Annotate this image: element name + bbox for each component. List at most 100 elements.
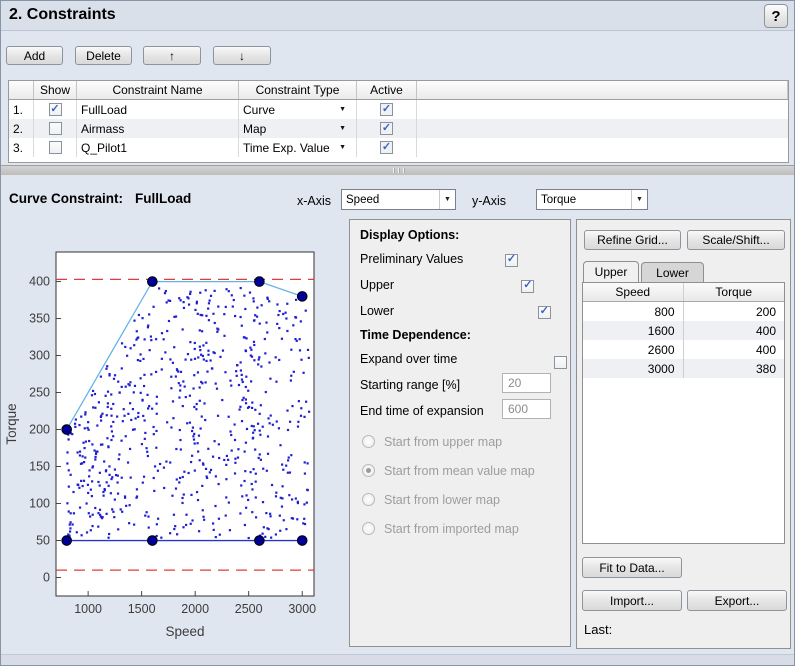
svg-text:150: 150	[29, 460, 50, 474]
display-options-panel: Display Options: Preliminary Values ✓ Up…	[349, 219, 571, 647]
chevron-down-icon: ▼	[339, 144, 346, 151]
start-imported-map-radio[interactable]	[362, 522, 375, 535]
section-title: Curve Constraint:FullLoad	[9, 191, 191, 206]
svg-text:3000: 3000	[288, 602, 316, 616]
svg-text:2500: 2500	[235, 602, 263, 616]
col-torque: Torque	[684, 283, 785, 301]
svg-text:200: 200	[29, 423, 50, 437]
row-index: 2.	[9, 119, 34, 138]
upper-checkbox[interactable]: ✓	[521, 280, 534, 293]
x-axis-label: x-Axis	[297, 194, 331, 208]
table-row[interactable]: 3. Q_Pilot1 Time Exp. Value ▼ ✓	[9, 138, 788, 157]
col-active: Active	[357, 81, 417, 99]
tab-lower[interactable]: Lower	[641, 262, 704, 282]
start-imported-map-label: Start from imported map	[384, 522, 519, 536]
import-button[interactable]: Import...	[582, 590, 682, 611]
preliminary-values-label: Preliminary Values	[360, 252, 463, 266]
refine-grid-button[interactable]: Refine Grid...	[584, 230, 681, 250]
active-checkbox[interactable]: ✓	[380, 122, 393, 135]
y-axis-label: y-Axis	[472, 194, 506, 208]
lower-checkbox[interactable]: ✓	[538, 306, 551, 319]
start-upper-map-radio[interactable]	[362, 435, 375, 448]
svg-text:0: 0	[43, 571, 50, 585]
tab-upper[interactable]: Upper	[583, 261, 639, 282]
torque-cell[interactable]: 400	[684, 321, 785, 340]
end-time-field[interactable]: 600	[502, 399, 551, 419]
horizontal-splitter[interactable]	[1, 165, 795, 176]
constraints-window: 2. Constraints ? Add Delete ↑ ↓ Show Con…	[0, 0, 795, 666]
torque-cell[interactable]: 200	[684, 302, 785, 321]
splitter-grip	[398, 168, 400, 173]
torque-cell[interactable]: 400	[684, 340, 785, 359]
svg-text:Speed: Speed	[165, 624, 204, 639]
add-button[interactable]: Add	[6, 46, 63, 65]
start-lower-map-radio[interactable]	[362, 493, 375, 506]
col-show: Show	[34, 81, 77, 99]
row-index: 3.	[9, 138, 34, 157]
help-icon: ?	[771, 8, 780, 25]
constraint-plot[interactable]: 1000150020002500300005010015020025030035…	[1, 214, 346, 664]
chevron-down-icon: ▼	[339, 125, 346, 132]
chevron-down-icon: ▼	[439, 190, 455, 209]
constraint-name-cell[interactable]: Q_Pilot1	[77, 138, 239, 157]
y-axis-select[interactable]: Torque ▼	[536, 189, 648, 210]
svg-text:1500: 1500	[128, 602, 156, 616]
export-button[interactable]: Export...	[687, 590, 787, 611]
splitter-grip	[403, 168, 405, 173]
scale-shift-button[interactable]: Scale/Shift...	[687, 230, 785, 250]
chevron-down-icon: ▼	[339, 106, 346, 113]
show-checkbox[interactable]	[49, 122, 62, 135]
table-row[interactable]: 2600 400	[583, 340, 784, 359]
table-row[interactable]: 800 200	[583, 302, 784, 321]
x-axis-select[interactable]: Speed ▼	[341, 189, 456, 210]
start-mean-map-label: Start from mean value map	[384, 464, 535, 478]
active-checkbox[interactable]: ✓	[380, 141, 393, 154]
col-speed: Speed	[583, 283, 684, 301]
boundary-panel: Refine Grid... Scale/Shift... Upper Lowe…	[576, 219, 791, 649]
title-bar: 2. Constraints ?	[1, 1, 794, 31]
constraint-type-dropdown[interactable]: Curve ▼	[239, 100, 357, 119]
display-options-title: Display Options:	[360, 228, 459, 242]
table-row[interactable]: 1600 400	[583, 321, 784, 340]
show-checkbox[interactable]: ✓	[49, 103, 62, 116]
constraints-table-header: Show Constraint Name Constraint Type Act…	[9, 81, 788, 100]
svg-text:Torque: Torque	[4, 403, 19, 444]
move-down-button[interactable]: ↓	[213, 46, 271, 65]
expand-over-time-checkbox[interactable]	[554, 356, 567, 369]
start-mean-map-radio[interactable]	[362, 464, 375, 477]
speed-cell[interactable]: 2600	[583, 340, 684, 359]
constraint-name-cell[interactable]: FullLoad	[77, 100, 239, 119]
col-constraint-type: Constraint Type	[239, 81, 357, 99]
time-dependence-title: Time Dependence:	[360, 328, 471, 342]
lower-label: Lower	[360, 304, 394, 318]
boundary-table: Speed Torque 800 200 1600 400 2600 400 3…	[582, 282, 785, 544]
boundary-table-header: Speed Torque	[583, 283, 784, 302]
delete-button[interactable]: Delete	[75, 46, 132, 65]
starting-range-label: Starting range [%]	[360, 378, 460, 392]
expand-over-time-label: Expand over time	[360, 352, 457, 366]
torque-cell[interactable]: 380	[684, 359, 785, 378]
move-up-button[interactable]: ↑	[143, 46, 201, 65]
upper-label: Upper	[360, 278, 394, 292]
constraint-name-cell[interactable]: Airmass	[77, 119, 239, 138]
starting-range-field[interactable]: 20	[502, 373, 551, 393]
table-row[interactable]: 3000 380	[583, 359, 784, 378]
svg-text:50: 50	[36, 534, 50, 548]
speed-cell[interactable]: 1600	[583, 321, 684, 340]
preliminary-values-checkbox[interactable]: ✓	[505, 254, 518, 267]
page-title: 2. Constraints	[9, 6, 116, 24]
constraint-type-dropdown[interactable]: Map ▼	[239, 119, 357, 138]
show-checkbox[interactable]	[49, 141, 62, 154]
end-time-label: End time of expansion	[360, 404, 484, 418]
svg-text:300: 300	[29, 349, 50, 363]
table-row[interactable]: 2. Airmass Map ▼ ✓	[9, 119, 788, 138]
fit-to-data-button[interactable]: Fit to Data...	[582, 557, 682, 578]
speed-cell[interactable]: 3000	[583, 359, 684, 378]
help-button[interactable]: ?	[764, 4, 788, 28]
speed-cell[interactable]: 800	[583, 302, 684, 321]
constraint-type-dropdown[interactable]: Time Exp. Value ▼	[239, 138, 357, 157]
svg-text:400: 400	[29, 275, 50, 289]
active-checkbox[interactable]: ✓	[380, 103, 393, 116]
table-row[interactable]: 1. ✓ FullLoad Curve ▼ ✓	[9, 100, 788, 119]
down-arrow-icon: ↓	[239, 49, 245, 63]
